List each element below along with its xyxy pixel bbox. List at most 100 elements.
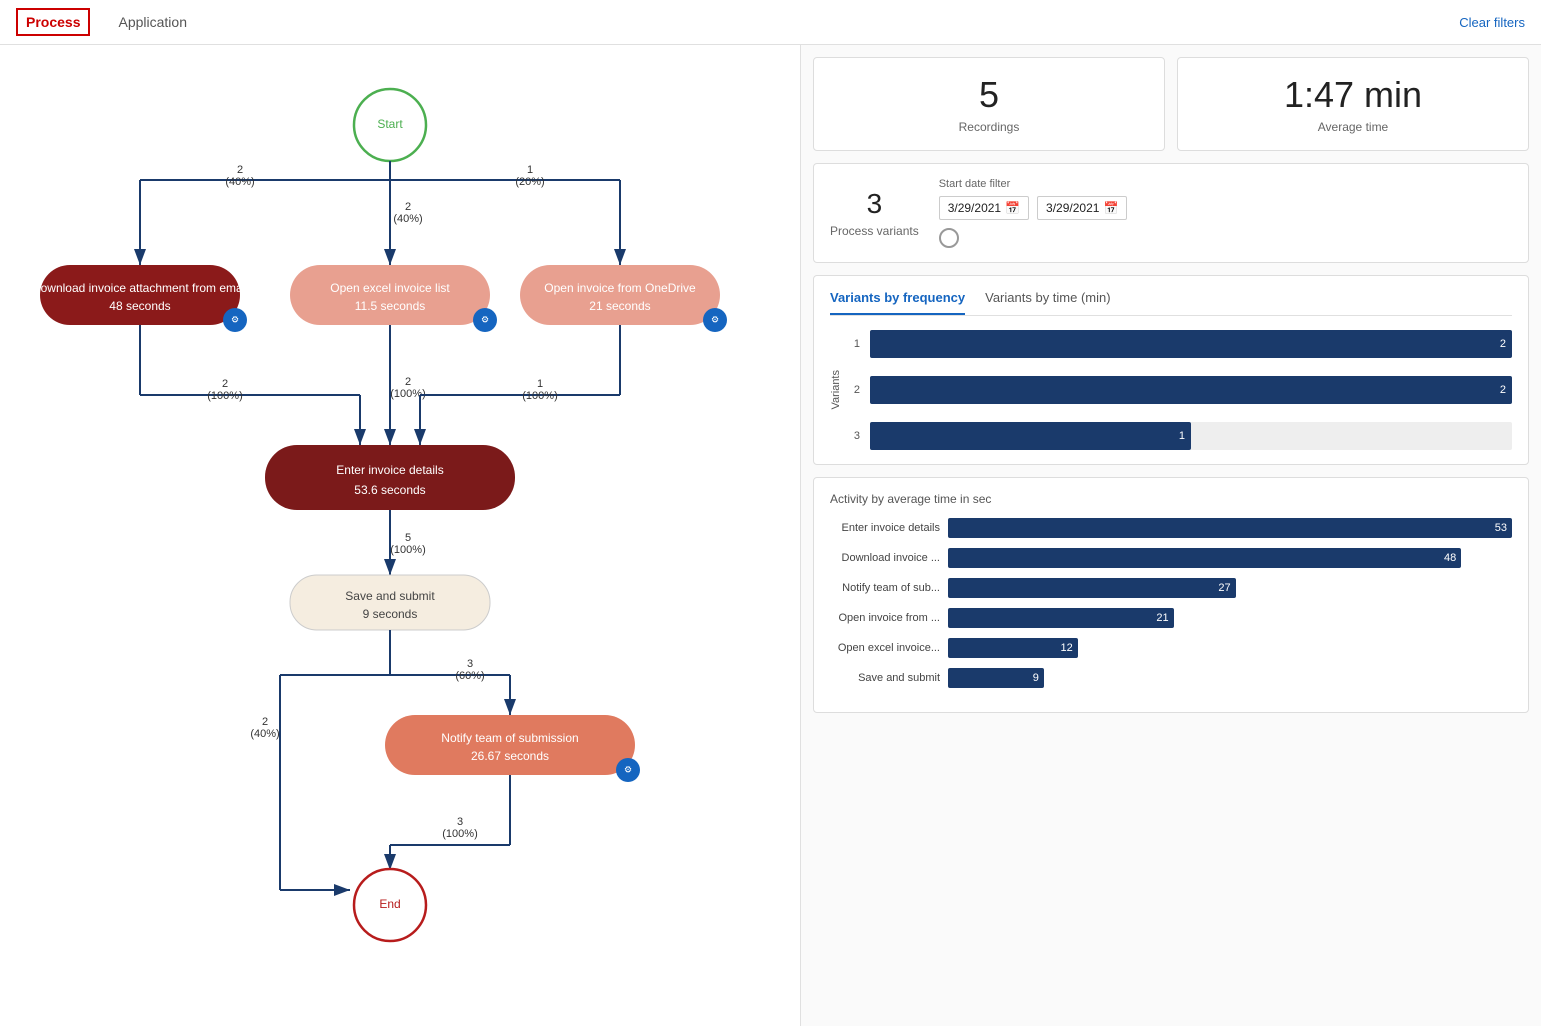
edge-enter-save-pct: (100%) bbox=[390, 544, 425, 556]
edge-start-excel-label: 2 bbox=[405, 201, 411, 213]
edge-od-enter-pct: (100%) bbox=[522, 390, 557, 402]
variant-bar-val-1: 2 bbox=[1500, 338, 1506, 350]
variant-bar-wrap-1: 2 bbox=[870, 330, 1512, 358]
enterinvoice-label-line2: 53.6 seconds bbox=[354, 483, 425, 497]
activity-bar-val-1: 53 bbox=[1495, 522, 1507, 534]
edge-notify-end-pct: (100%) bbox=[442, 828, 477, 840]
start-label: Start bbox=[377, 117, 403, 131]
variant-bar-fill-1: 2 bbox=[870, 330, 1512, 358]
openexcel-label-line2: 11.5 seconds bbox=[355, 299, 426, 313]
activity-row-6: Save and submit 9 bbox=[830, 668, 1512, 688]
edge-start-excel-pct: (40%) bbox=[393, 213, 422, 225]
activity-title: Activity by average time in sec bbox=[830, 492, 1512, 506]
activity-row-3: Notify team of sub... 27 bbox=[830, 578, 1512, 598]
activity-bar-wrap-4: 21 bbox=[948, 608, 1512, 628]
activity-label-4: Open invoice from ... bbox=[830, 612, 940, 624]
variant-bar-1: 1 2 bbox=[846, 330, 1512, 358]
variant-bar-wrap-3: 1 bbox=[870, 422, 1512, 450]
edge-dl-enter-label: 2 bbox=[222, 378, 228, 390]
variant-bar-val-2: 2 bbox=[1500, 384, 1506, 396]
process-map: Start 2 (40%) 2 (40%) 1 (20%) Download i… bbox=[0, 45, 800, 1026]
notify-icon: ⚙ bbox=[624, 764, 632, 774]
activity-row-5: Open excel invoice... 12 bbox=[830, 638, 1512, 658]
variant-bar-val-3: 1 bbox=[1179, 430, 1185, 442]
top-nav: Process Application Clear filters bbox=[0, 0, 1541, 45]
variant-label-3: 3 bbox=[846, 430, 860, 442]
clear-filters-button[interactable]: Clear filters bbox=[1459, 15, 1525, 30]
edge-start-onedrive-label: 1 bbox=[527, 164, 533, 176]
activity-bar-val-5: 12 bbox=[1060, 642, 1072, 654]
variants-card: Variants by frequency Variants by time (… bbox=[813, 275, 1529, 465]
download-icon: ⚙ bbox=[231, 314, 239, 324]
activity-bar-fill-5: 12 bbox=[948, 638, 1078, 658]
calendar-icon-to: 📅 bbox=[1103, 201, 1118, 215]
activity-label-2: Download invoice ... bbox=[830, 552, 940, 564]
activity-bar-val-4: 21 bbox=[1156, 612, 1168, 624]
edge-start-download-label: 2 bbox=[237, 164, 243, 176]
activity-row-2: Download invoice ... 48 bbox=[830, 548, 1512, 568]
edge-od-enter-label: 1 bbox=[537, 378, 543, 390]
date-filter-card: 3 Process variants Start date filter 3/2… bbox=[813, 163, 1529, 263]
activity-label-3: Notify team of sub... bbox=[830, 582, 940, 594]
activity-bar-wrap-2: 48 bbox=[948, 548, 1512, 568]
date-from-input[interactable]: 3/29/2021 📅 bbox=[939, 196, 1029, 220]
edge-start-download-pct: (40%) bbox=[225, 176, 254, 188]
edge-excel-enter-label: 2 bbox=[405, 376, 411, 388]
date-from-value: 3/29/2021 bbox=[948, 201, 1001, 215]
activity-bar-val-6: 9 bbox=[1033, 672, 1039, 684]
recordings-card: 5 Recordings bbox=[813, 57, 1165, 151]
variants-y-label: Variants bbox=[830, 370, 842, 410]
download-label-line1: Download invoice attachment from email bbox=[32, 281, 248, 295]
date-filter-label: Start date filter bbox=[939, 178, 1512, 190]
tab-application[interactable]: Application bbox=[110, 10, 195, 34]
variant-bar-fill-3: 1 bbox=[870, 422, 1191, 450]
date-inputs: 3/29/2021 📅 3/29/2021 📅 bbox=[939, 196, 1512, 220]
activity-bar-fill-3: 27 bbox=[948, 578, 1236, 598]
variants-chart: 1 2 2 2 bbox=[846, 330, 1512, 450]
savesubmit-label-line2: 9 seconds bbox=[363, 607, 418, 621]
variant-bar-3: 3 1 bbox=[846, 422, 1512, 450]
edge-dl-enter-pct: (100%) bbox=[207, 390, 242, 402]
activity-bar-wrap-6: 9 bbox=[948, 668, 1512, 688]
activity-bar-wrap-5: 12 bbox=[948, 638, 1512, 658]
openexcel-icon: ⚙ bbox=[481, 314, 489, 324]
openonedrive-icon: ⚙ bbox=[711, 314, 719, 324]
activity-label-6: Save and submit bbox=[830, 672, 940, 684]
activity-bar-val-2: 48 bbox=[1444, 552, 1456, 564]
activity-bar-wrap-3: 27 bbox=[948, 578, 1512, 598]
activity-bar-fill-4: 21 bbox=[948, 608, 1174, 628]
variant-bar-fill-2: 2 bbox=[870, 376, 1512, 404]
calendar-icon-from: 📅 bbox=[1005, 201, 1020, 215]
average-time-value: 1:47 min bbox=[1198, 74, 1508, 116]
notify-label-line1: Notify team of submission bbox=[441, 731, 578, 745]
date-to-value: 3/29/2021 bbox=[1046, 201, 1099, 215]
enterinvoice-label-line1: Enter invoice details bbox=[336, 463, 443, 477]
process-variants-label: Process variants bbox=[830, 224, 919, 238]
edge-save-notify-label: 3 bbox=[467, 658, 473, 670]
average-time-card: 1:47 min Average time bbox=[1177, 57, 1529, 151]
openonedrive-label-line2: 21 seconds bbox=[589, 299, 650, 313]
tab-variants-time[interactable]: Variants by time (min) bbox=[985, 290, 1110, 315]
recordings-label: Recordings bbox=[834, 120, 1144, 134]
activity-label-1: Enter invoice details bbox=[830, 522, 940, 534]
tab-process[interactable]: Process bbox=[16, 8, 90, 36]
activity-row-4: Open invoice from ... 21 bbox=[830, 608, 1512, 628]
edge-save-end-label: 2 bbox=[262, 716, 268, 728]
edge-save-notify-pct: (60%) bbox=[455, 670, 484, 682]
activity-bar-fill-6: 9 bbox=[948, 668, 1044, 688]
activity-card: Activity by average time in sec Enter in… bbox=[813, 477, 1529, 713]
process-variants-value: 3 bbox=[830, 188, 919, 220]
activity-bar-fill-2: 48 bbox=[948, 548, 1461, 568]
date-to-input[interactable]: 3/29/2021 📅 bbox=[1037, 196, 1127, 220]
openonedrive-label-line1: Open invoice from OneDrive bbox=[544, 281, 696, 295]
variant-label-1: 1 bbox=[846, 338, 860, 350]
enterinvoice-node[interactable] bbox=[265, 445, 515, 510]
edge-save-end-pct: (40%) bbox=[250, 728, 279, 740]
variants-chart-container: Variants 1 2 2 2 bbox=[830, 330, 1512, 450]
variants-tabs: Variants by frequency Variants by time (… bbox=[830, 290, 1512, 316]
date-filter-radio[interactable] bbox=[939, 228, 959, 248]
average-time-label: Average time bbox=[1198, 120, 1508, 134]
edge-start-onedrive-pct: (20%) bbox=[515, 176, 544, 188]
edge-notify-end-label: 3 bbox=[457, 816, 463, 828]
tab-variants-frequency[interactable]: Variants by frequency bbox=[830, 290, 965, 315]
